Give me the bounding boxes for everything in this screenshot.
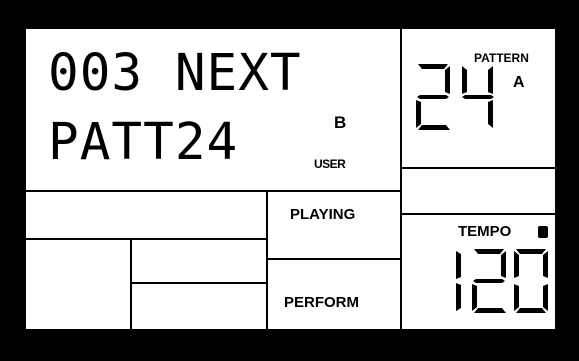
status-playing: PLAYING (290, 206, 356, 223)
pattern-number (414, 62, 504, 132)
tempo-value (436, 248, 552, 314)
divider-left-lower-right (130, 282, 266, 284)
divider-status-middle (266, 258, 400, 260)
bank-letter: B (334, 113, 347, 132)
status-perform: PERFORM (284, 294, 359, 311)
display-line-2: PATT24 (48, 113, 239, 172)
divider-left-lower (26, 238, 266, 240)
divider-text-bottom (26, 190, 400, 192)
bank-type: USER (314, 157, 346, 171)
divider-pattern-bottom (400, 167, 557, 169)
tempo-label: TEMPO (458, 223, 512, 240)
divider-tempo-top (400, 213, 557, 215)
lcd-panel: 003 NEXT PATT24 B USER PATTERN A PLAYING… (24, 27, 557, 331)
pattern-bank: A (513, 74, 525, 91)
display-line-1: 003 NEXT (48, 44, 302, 103)
divider-main-vertical (400, 29, 402, 329)
lcd-bezel: 003 NEXT PATT24 B USER PATTERN A PLAYING… (0, 0, 579, 361)
tempo-indicator-icon (538, 226, 548, 238)
